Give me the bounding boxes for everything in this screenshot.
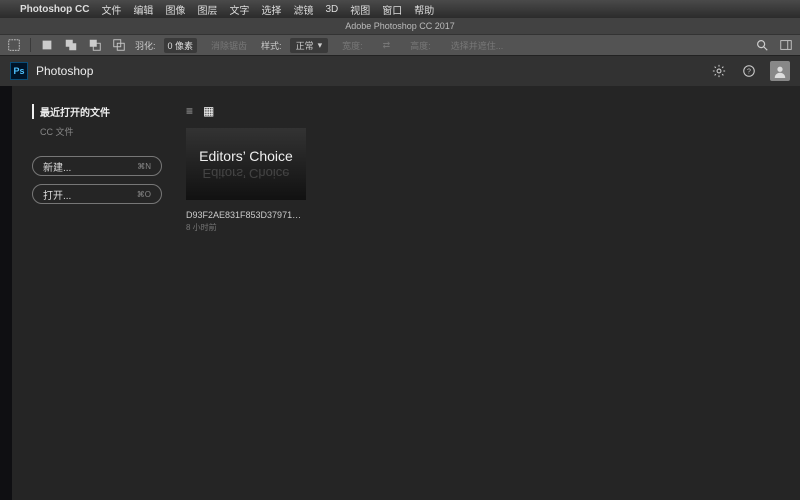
photoshop-badge-icon: Ps — [10, 62, 28, 80]
swap-wh-icon: ⇄ — [377, 40, 397, 51]
start-sidebar: 最近打开的文件 CC 文件 新建... ⌘N 打开... ⌘O — [32, 104, 162, 482]
menu-3d[interactable]: 3D — [325, 4, 338, 15]
app-menu[interactable]: Photoshop CC — [20, 4, 89, 15]
menu-layer[interactable]: 图层 — [197, 2, 217, 17]
recent-file-time: 8 小时前 — [186, 222, 780, 233]
recent-section-title: 最近打开的文件 — [32, 104, 162, 119]
search-icon[interactable] — [754, 37, 770, 53]
recent-files-area: ≡ ▦ Editors’ Choice Editors’ Choice D93F… — [186, 104, 780, 482]
new-button-label: 新建... — [43, 159, 71, 174]
app-name-label: Photoshop — [36, 64, 93, 78]
menu-edit[interactable]: 编辑 — [133, 2, 153, 17]
separator — [30, 38, 31, 52]
height-label: 高度: — [404, 39, 437, 52]
workspace-switcher-icon[interactable] — [778, 37, 794, 53]
subtract-selection-icon[interactable] — [87, 37, 103, 53]
add-selection-icon[interactable] — [63, 37, 79, 53]
list-view-icon[interactable]: ≡ — [186, 104, 193, 118]
chevron-down-icon: ▾ — [318, 40, 323, 51]
menu-filter[interactable]: 滤镜 — [293, 2, 313, 17]
help-icon[interactable]: ? — [740, 62, 758, 80]
menu-type[interactable]: 文字 — [229, 2, 249, 17]
menu-window[interactable]: 窗口 — [382, 2, 402, 17]
feather-label: 羽化: — [135, 39, 156, 52]
account-avatar-icon[interactable] — [770, 61, 790, 81]
recent-file-name: D93F2AE831F853D379713D5... — [186, 210, 306, 220]
new-shortcut: ⌘N — [137, 162, 151, 171]
start-screen-body: 最近打开的文件 CC 文件 新建... ⌘N 打开... ⌘O ≡ ▦ Edit… — [0, 86, 800, 500]
antialias-checkbox: 消除锯齿 — [205, 39, 253, 52]
menu-view[interactable]: 视图 — [350, 2, 370, 17]
select-and-mask-button: 选择并遮住... — [445, 39, 510, 52]
new-selection-icon[interactable] — [39, 37, 55, 53]
open-button-label: 打开... — [43, 187, 71, 202]
settings-gear-icon[interactable] — [710, 62, 728, 80]
start-screen-header: Ps Photoshop ? — [0, 56, 800, 86]
macos-menubar: Photoshop CC 文件 编辑 图像 图层 文字 选择 滤镜 3D 视图 … — [0, 0, 800, 18]
thumbnail-text: Editors’ Choice — [199, 148, 293, 164]
width-label: 宽度: — [336, 39, 369, 52]
style-label: 样式: — [261, 39, 282, 52]
intersect-selection-icon[interactable] — [111, 37, 127, 53]
recent-file-thumbnail[interactable]: Editors’ Choice Editors’ Choice — [186, 128, 306, 200]
cc-files-link[interactable]: CC 文件 — [40, 125, 162, 138]
grid-view-icon[interactable]: ▦ — [203, 104, 214, 118]
svg-text:?: ? — [747, 69, 751, 76]
feather-input[interactable]: 0 像素 — [164, 38, 198, 53]
window-left-edge — [0, 86, 12, 500]
open-button[interactable]: 打开... ⌘O — [32, 184, 162, 204]
menu-file[interactable]: 文件 — [101, 2, 121, 17]
window-title-bar: Adobe Photoshop CC 2017 — [0, 18, 800, 34]
menu-select[interactable]: 选择 — [261, 2, 281, 17]
window-title: Adobe Photoshop CC 2017 — [345, 21, 455, 31]
options-bar: 羽化: 0 像素 消除锯齿 样式: 正常▾ 宽度: ⇄ 高度: 选择并遮住... — [0, 34, 800, 56]
menu-image[interactable]: 图像 — [165, 2, 185, 17]
style-dropdown[interactable]: 正常▾ — [290, 38, 329, 53]
tool-preset-icon[interactable] — [6, 37, 22, 53]
menu-help[interactable]: 帮助 — [414, 2, 434, 17]
open-shortcut: ⌘O — [137, 190, 151, 199]
thumbnail-reflection: Editors’ Choice — [203, 166, 290, 181]
new-button[interactable]: 新建... ⌘N — [32, 156, 162, 176]
